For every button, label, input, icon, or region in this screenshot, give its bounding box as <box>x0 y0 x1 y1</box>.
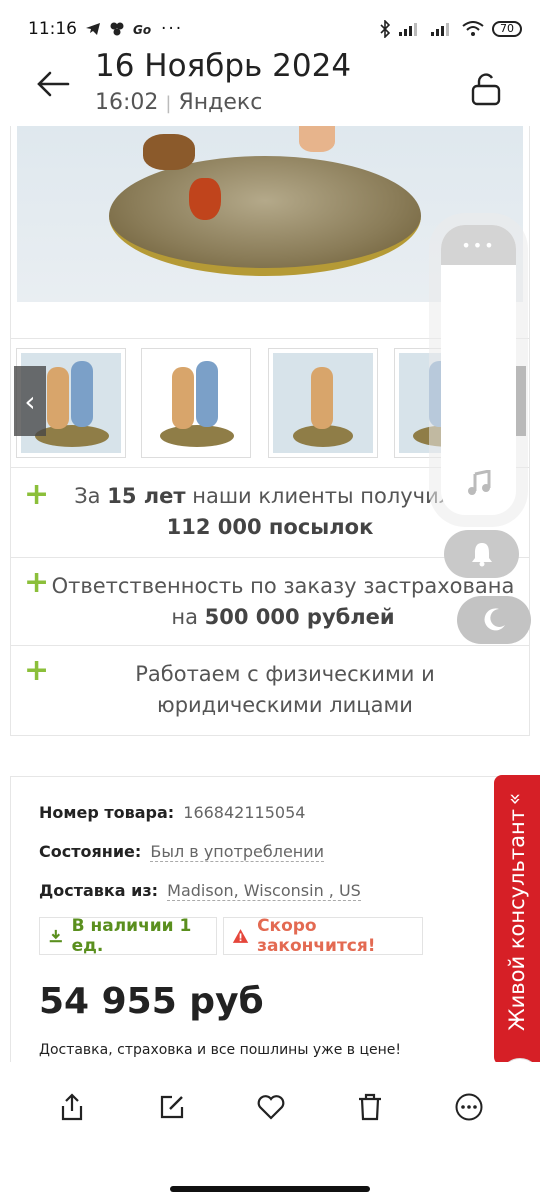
svg-text:Go: Go <box>133 23 151 36</box>
bottom-action-bar <box>0 1062 540 1200</box>
product-id-row: Номер товара: 166842115054 <box>39 803 305 822</box>
plus-icon: + <box>24 477 50 512</box>
header-time: 16:02 <box>95 90 159 115</box>
share-icon[interactable] <box>57 1092 87 1122</box>
product-id-value: 166842115054 <box>183 803 306 822</box>
download-icon <box>49 929 62 943</box>
more-notifications-icon: ··· <box>161 19 184 39</box>
status-time: 11:16 <box>28 19 77 39</box>
home-indicator[interactable] <box>170 1186 370 1192</box>
bluetooth-icon <box>380 20 390 38</box>
page-subtitle: 16:02 | Яндекс <box>95 90 263 115</box>
thumbnail-2[interactable] <box>141 348 251 458</box>
figurine-pot <box>189 178 221 220</box>
trash-icon[interactable] <box>355 1092 385 1122</box>
signal-icon <box>399 23 417 36</box>
live-consultant-tab[interactable]: « Живой консультант <box>494 775 540 1065</box>
ship-from-value[interactable]: Madison, Wisconsin , US <box>167 881 361 901</box>
bell-button[interactable] <box>444 530 519 578</box>
gosuslugi-icon: Go <box>133 23 151 36</box>
back-arrow-icon[interactable] <box>36 70 70 98</box>
ship-from-label: Доставка из: <box>39 881 159 900</box>
header-source: Яндекс <box>178 90 263 115</box>
bell-icon <box>471 543 492 567</box>
chevron-double-icon: « <box>502 792 527 806</box>
benefit-1-bold: 15 лет <box>107 484 186 508</box>
more-dots-icon: ••• <box>461 235 496 255</box>
wifi-icon <box>462 21 484 36</box>
in-stock-text: В наличии 1 ед. <box>71 916 192 956</box>
status-left: 11:16 Go ··· <box>28 19 183 39</box>
condition-row: Состояние: Был в употреблении <box>39 842 325 862</box>
moon-icon <box>484 608 505 631</box>
figurine-shoe <box>143 134 195 170</box>
chevron-left-icon: ‹ <box>24 384 36 418</box>
benefit-text-3: Работаем с физическими и юридическими ли… <box>135 662 435 717</box>
warning-icon <box>232 929 249 943</box>
music-note-icon[interactable] <box>466 470 492 496</box>
thumbnail-prev-button[interactable]: ‹ <box>14 366 46 436</box>
figurine-foot <box>299 126 335 152</box>
benefit-1-bold2: 112 000 посылок <box>166 515 374 539</box>
low-stock-text: Скоро закончится! <box>257 916 376 956</box>
ship-from-row: Доставка из: Madison, Wisconsin , US <box>39 881 361 901</box>
telegram-icon <box>86 23 100 35</box>
benefit-1-prefix: За <box>74 484 108 508</box>
edit-icon[interactable] <box>157 1092 187 1122</box>
condition-value[interactable]: Был в употреблении <box>150 842 325 862</box>
plus-icon: + <box>24 653 50 688</box>
apps-icon <box>110 22 124 36</box>
benefit-2-bold: 500 000 рублей <box>204 605 395 629</box>
heart-icon[interactable] <box>256 1092 286 1122</box>
unlock-icon[interactable] <box>470 72 502 106</box>
delivery-note: Доставка, страховка и все пошлины уже в … <box>39 1042 402 1058</box>
page-title-date: 16 Ноябрь 2024 <box>95 48 352 84</box>
more-icon[interactable] <box>454 1092 484 1122</box>
benefit-1-middle: наши клиенты получили <box>185 484 466 508</box>
panel-handle[interactable]: ••• <box>441 225 516 265</box>
in-stock-badge: В наличии 1 ед. <box>39 916 217 956</box>
benefit-text-2: Ответственность по заказу застрахована н… <box>10 571 530 633</box>
status-right: 70 <box>380 20 522 38</box>
battery-indicator: 70 <box>492 21 522 37</box>
signal-icon-2 <box>431 23 449 36</box>
product-info-card: Номер товара: 166842115054 Состояние: Бы… <box>10 776 530 1076</box>
condition-label: Состояние: <box>39 842 142 861</box>
product-price: 54 955 руб <box>39 981 264 1022</box>
product-id-label: Номер товара: <box>39 803 175 822</box>
thumbnail-3[interactable] <box>268 348 378 458</box>
live-consultant-label: Живой консультант <box>505 809 529 1031</box>
dark-mode-button[interactable] <box>457 596 531 644</box>
top-app-bar: 16 Ноябрь 2024 16:02 | Яндекс <box>0 40 540 126</box>
plus-icon: + <box>24 565 50 600</box>
figurine-base <box>109 156 421 276</box>
benefit-item-3: + Работаем с физическими и юридическими … <box>10 646 530 736</box>
low-stock-badge: Скоро закончится! <box>223 916 423 956</box>
